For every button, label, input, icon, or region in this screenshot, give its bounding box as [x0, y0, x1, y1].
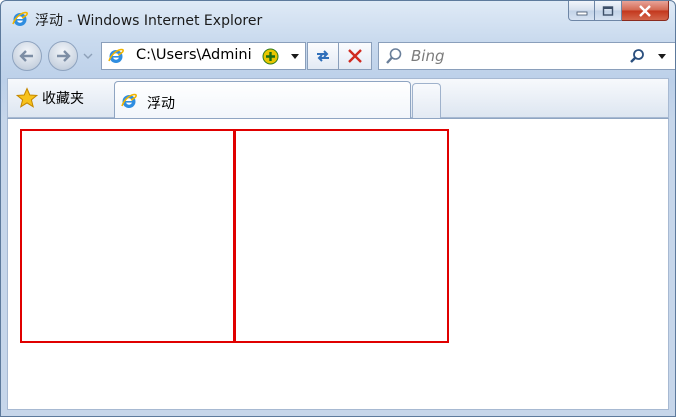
page-icon [108, 48, 124, 63]
address-text[interactable]: C:\Users\Admini [136, 47, 260, 63]
favorites-label: 收藏夹 [42, 91, 84, 107]
back-arrow-icon [19, 50, 33, 62]
favorites-button[interactable]: 收藏夹 [12, 85, 90, 111]
forward-button[interactable] [48, 41, 78, 71]
recent-pages-dropdown-icon[interactable] [83, 52, 93, 60]
float-box-1 [20, 129, 235, 343]
search-options-dropdown-icon[interactable] [657, 53, 667, 60]
search-input[interactable] [411, 46, 611, 66]
close-icon [639, 4, 651, 17]
compatibility-view-icon[interactable] [262, 48, 279, 65]
tab-label: 浮动 [147, 96, 175, 112]
new-tab-button[interactable] [412, 83, 441, 118]
search-icon[interactable] [629, 48, 645, 64]
minimize-icon [576, 11, 587, 15]
title-bar: 浮动 - Windows Internet Explorer [1, 1, 675, 35]
maximize-button[interactable] [595, 1, 622, 21]
star-icon [16, 87, 38, 108]
search-provider-icon [386, 48, 402, 64]
page-content [7, 118, 669, 410]
ie-icon [121, 93, 137, 108]
window-controls [568, 1, 669, 23]
window-title: 浮动 - Windows Internet Explorer [35, 13, 263, 29]
ie-icon [12, 11, 28, 26]
maximize-icon [602, 5, 614, 16]
tab-bar: 收藏夹 浮动 [7, 78, 669, 118]
address-dropdown-icon[interactable] [290, 53, 300, 60]
back-button[interactable] [12, 41, 42, 71]
forward-arrow-icon [57, 50, 71, 62]
tab-active[interactable]: 浮动 [114, 81, 411, 118]
close-button[interactable] [622, 1, 669, 21]
float-box-2 [234, 129, 449, 343]
minimize-button[interactable] [568, 1, 595, 21]
browser-window: 浮动 - Windows Internet Explorer C:\Users\… [0, 0, 676, 417]
stop-icon [348, 49, 362, 63]
address-bar[interactable]: C:\Users\Admini [101, 42, 306, 70]
stop-button[interactable] [339, 42, 372, 70]
navigation-bar: C:\Users\Admini [1, 35, 675, 75]
search-box[interactable] [378, 42, 675, 70]
refresh-icon [317, 50, 329, 62]
refresh-button[interactable] [307, 42, 339, 70]
